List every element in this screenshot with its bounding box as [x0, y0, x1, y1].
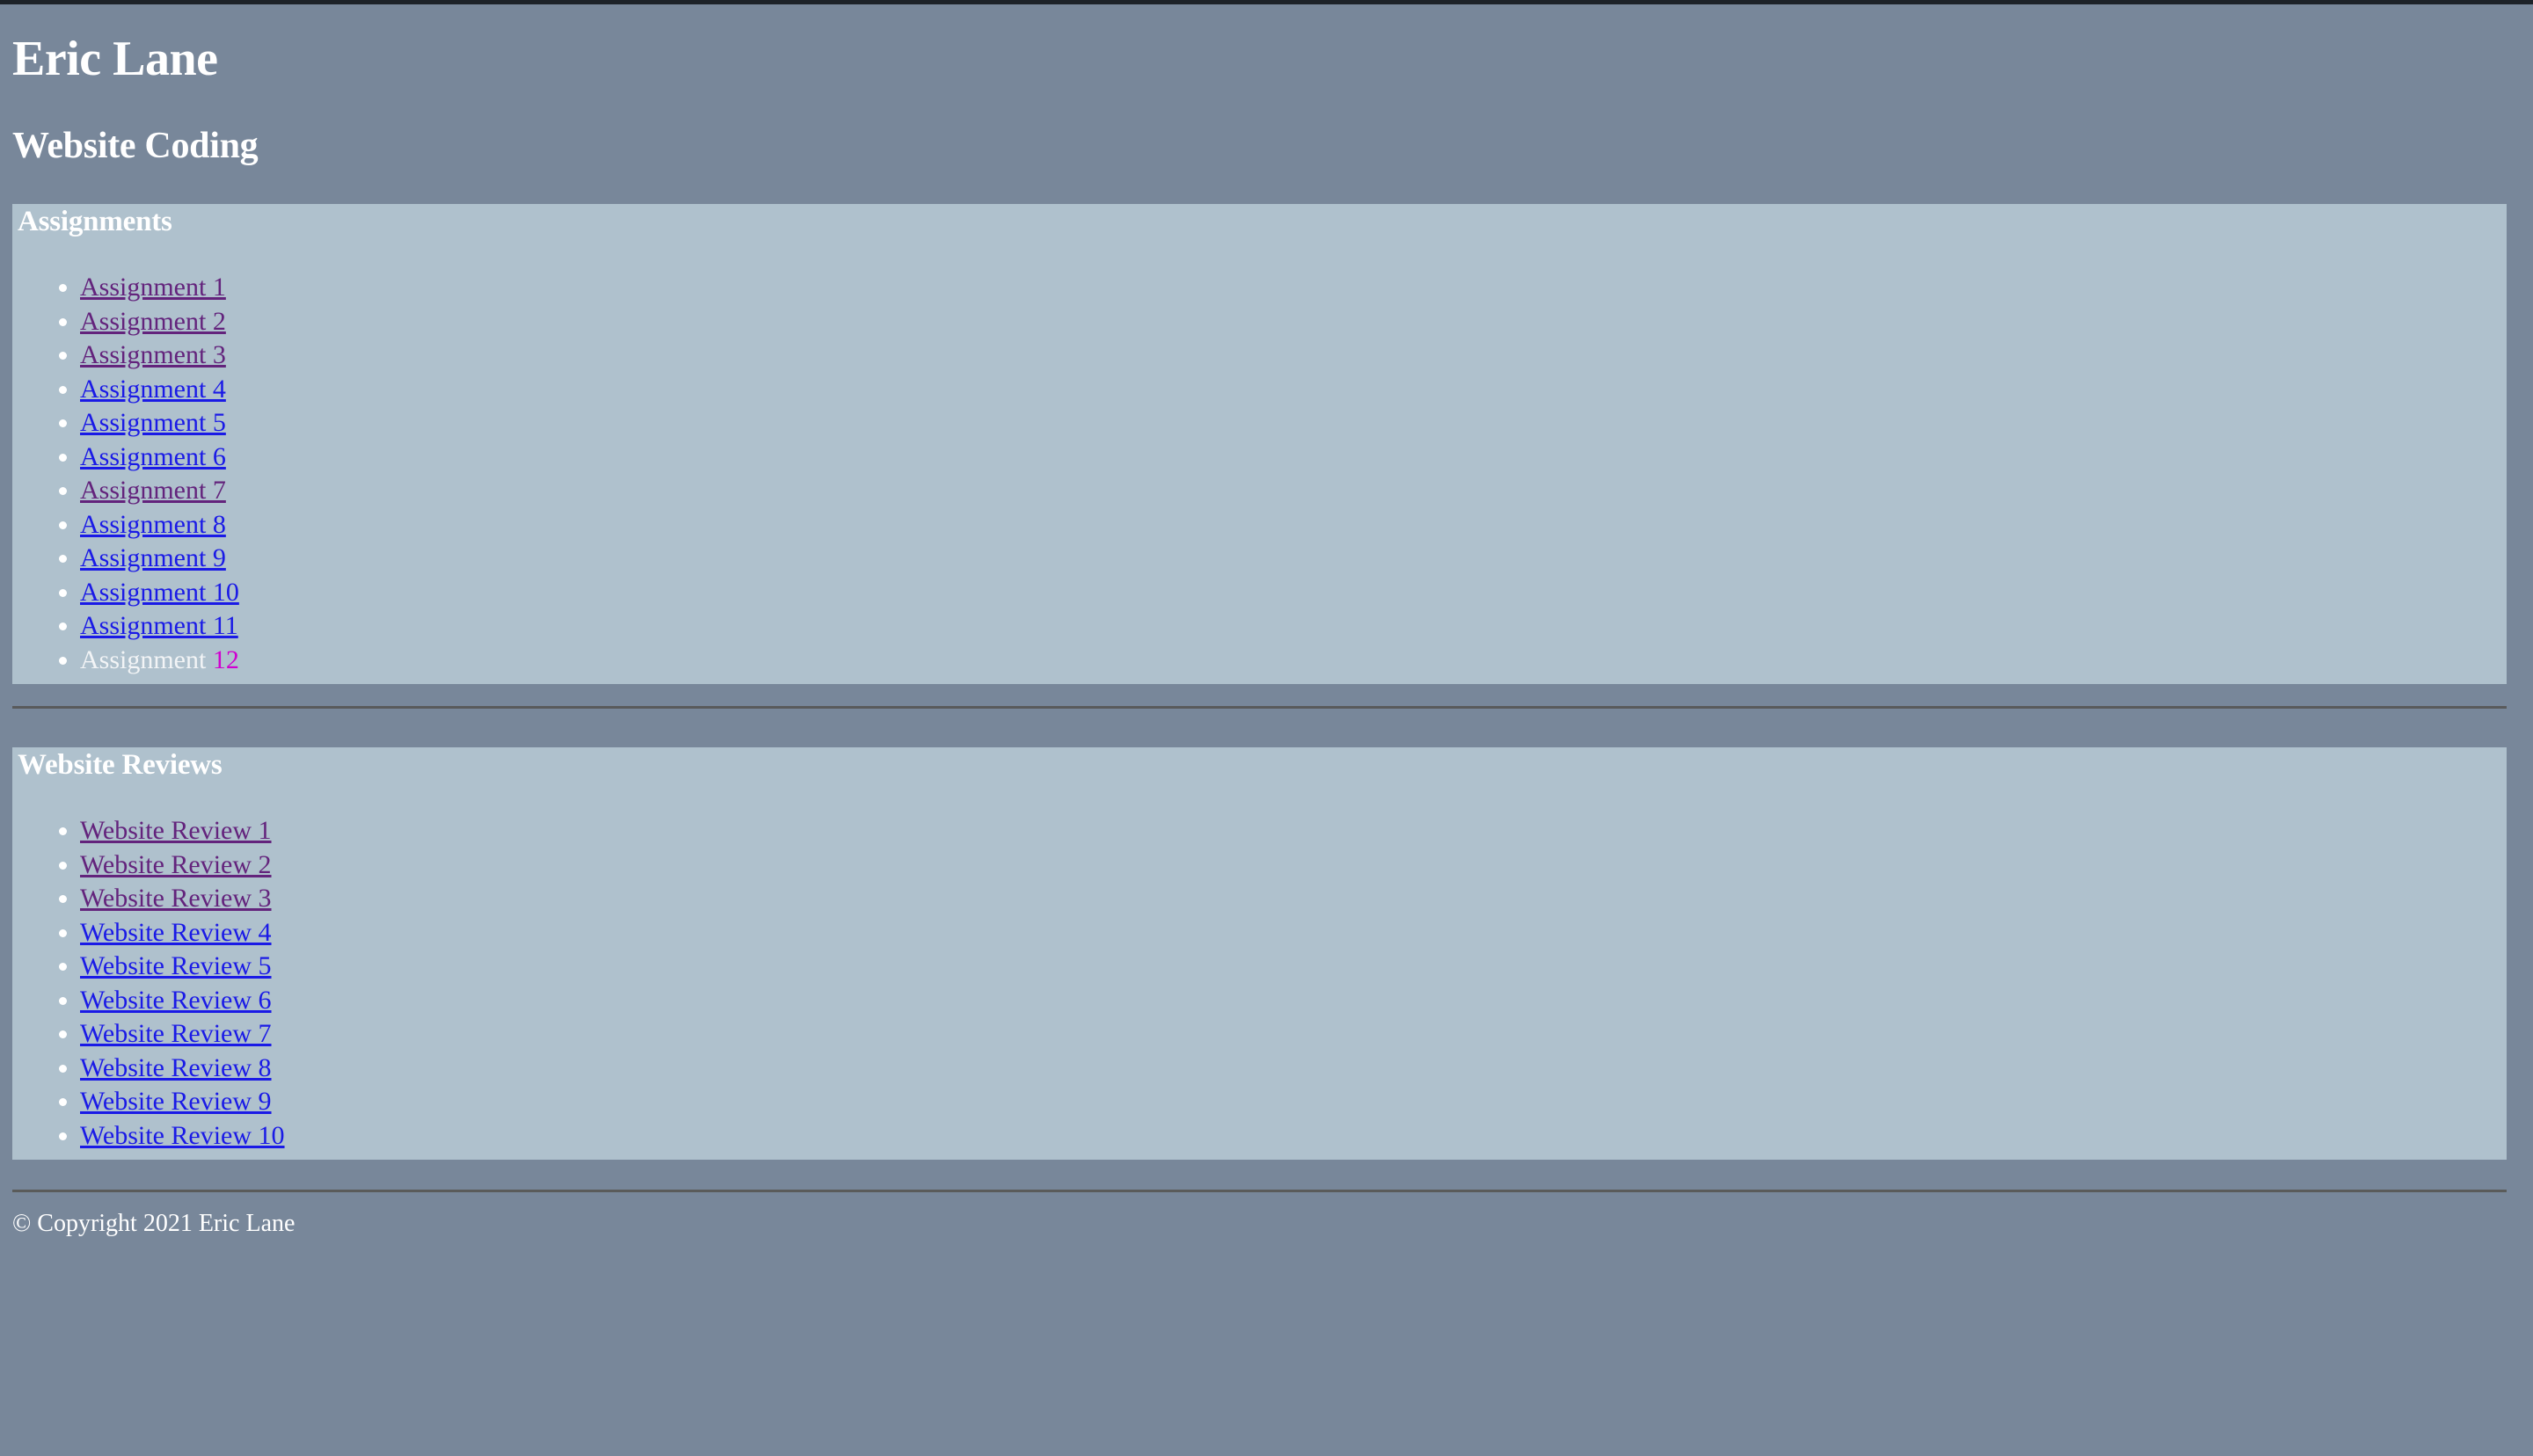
list-item: Assignment 1	[80, 271, 2507, 305]
list-item: Website Review 9	[80, 1085, 2507, 1119]
website-review-link-10[interactable]: Website Review 10	[80, 1121, 285, 1150]
website-review-link-4[interactable]: Website Review 4	[80, 918, 272, 947]
assignment-link-7[interactable]: Assignment 7	[80, 476, 226, 505]
assignment-link-2[interactable]: Assignment 2	[80, 307, 226, 336]
assignment-link-3[interactable]: Assignment 3	[80, 340, 226, 369]
list-item: Assignment 10	[80, 576, 2507, 610]
assignment-12-label: Assignment	[80, 644, 213, 674]
list-item: Assignment 7	[80, 474, 2507, 508]
website-reviews-heading: Website Reviews	[18, 749, 223, 782]
list-item: Assignment 11	[80, 609, 2507, 644]
list-item: Website Review 10	[80, 1119, 2507, 1154]
list-item: Assignment 9	[80, 542, 2507, 576]
assignments-section: Assignments Assignment 1Assignment 2Assi…	[12, 204, 2507, 685]
list-item: Assignment 6	[80, 440, 2507, 475]
list-item: Website Review 7	[80, 1017, 2507, 1052]
assignment-link-10[interactable]: Assignment 10	[80, 578, 239, 607]
website-review-link-8[interactable]: Website Review 8	[80, 1053, 272, 1082]
website-review-link-3[interactable]: Website Review 3	[80, 884, 272, 913]
website-reviews-list: Website Review 1 Website Review 2 Website …	[12, 814, 2507, 1153]
assignment-link-5[interactable]: Assignment 5	[80, 408, 226, 437]
assignment-link-8[interactable]: Assignment 8	[80, 510, 226, 539]
assignments-list: Assignment 1 Assignment 2 Assignment 3 Assi…	[12, 271, 2507, 677]
list-item: Assignment 4	[80, 373, 2507, 407]
assignment-link-9[interactable]: Assignment 9	[80, 543, 226, 572]
assignment-link-4[interactable]: Assignment 4	[80, 375, 226, 404]
copyright-text: © Copyright 2021 Eric Lane	[12, 1210, 296, 1238]
assignment-link-11[interactable]: Assignment 11	[80, 611, 238, 640]
list-item: Assignment 8	[80, 508, 2507, 542]
list-item: Website Review 2	[80, 848, 2507, 883]
website-review-link-7[interactable]: Website Review 7	[80, 1019, 272, 1048]
list-item: Website Review 3	[80, 882, 2507, 916]
website-review-link-5[interactable]: Website Review 5	[80, 951, 272, 980]
website-review-link-9[interactable]: Website Review 9	[80, 1087, 272, 1116]
page-root: Eric Lane Website Coding Assignments Ass…	[0, 0, 2533, 1239]
assignment-link-1[interactable]: Assignment 1	[80, 273, 226, 302]
list-item: Assignment 2	[80, 305, 2507, 339]
list-item: Website Review 4	[80, 916, 2507, 950]
assignment-12-number: 12	[212, 644, 239, 674]
assignment-link-6[interactable]: Assignment 6	[80, 442, 226, 471]
page-subtitle: Website Coding	[12, 126, 259, 167]
website-review-link-6[interactable]: Website Review 6	[80, 986, 272, 1015]
viewport-top-edge	[0, 0, 2533, 4]
section-divider	[12, 706, 2507, 710]
page-title: Eric Lane	[12, 32, 218, 86]
list-item: Website Review 5	[80, 950, 2507, 984]
list-item: Website Review 8	[80, 1052, 2507, 1086]
list-item: Assignment 3	[80, 339, 2507, 373]
list-item: Website Review 6	[80, 984, 2507, 1018]
assignments-heading: Assignments	[18, 206, 172, 238]
list-item: Assignment 5	[80, 406, 2507, 440]
website-review-link-1[interactable]: Website Review 1	[80, 816, 272, 845]
list-item: Website Review 1	[80, 814, 2507, 848]
website-review-link-2[interactable]: Website Review 2	[80, 850, 272, 879]
website-reviews-section: Website Reviews Website Review 1Website …	[12, 747, 2507, 1161]
list-item: Assignment 12	[80, 644, 2507, 678]
